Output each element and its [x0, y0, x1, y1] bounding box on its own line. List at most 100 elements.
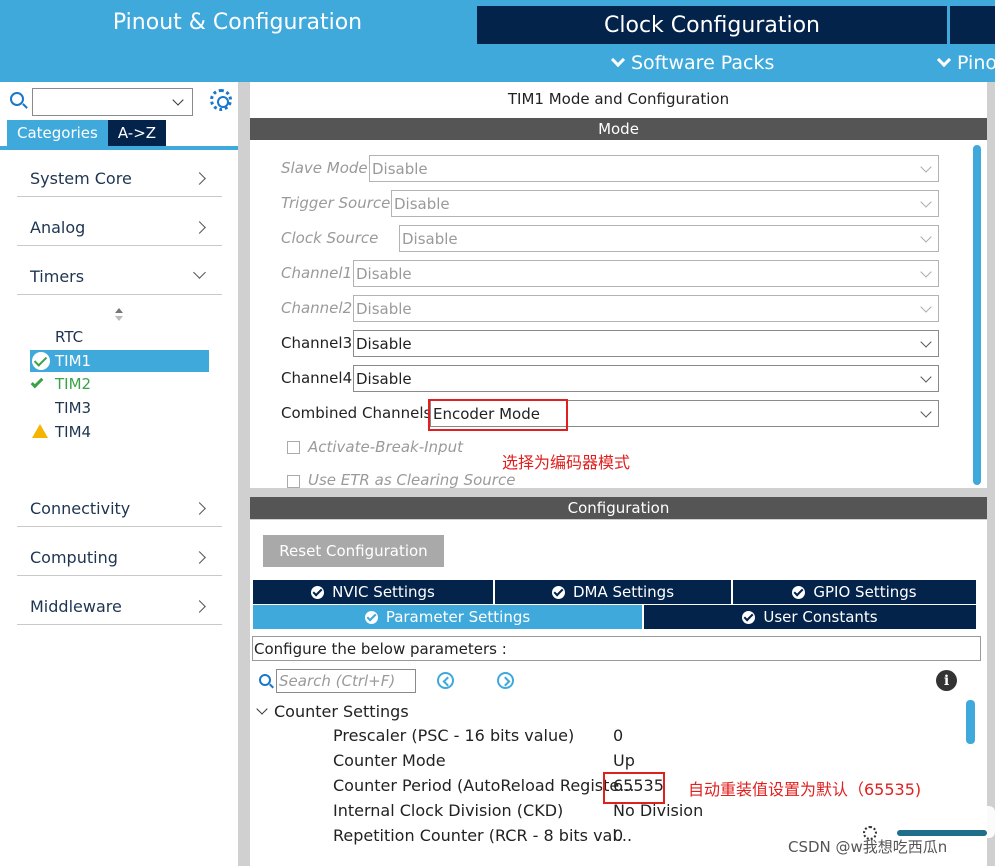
timer-label: RTC	[55, 328, 84, 346]
param-name: Prescaler (PSC - 16 bits value)	[333, 726, 575, 745]
software-packs-menu[interactable]: Software Packs	[610, 50, 774, 76]
timer-label: TIM3	[55, 399, 92, 417]
chevron-down-icon	[920, 161, 932, 173]
tab-underline	[0, 146, 238, 150]
chevron-right-icon	[193, 502, 206, 515]
activate-break-input-checkbox[interactable]	[287, 441, 300, 454]
tab-parameter-settings[interactable]: Parameter Settings	[253, 605, 642, 629]
channel1-select[interactable]: Disable	[353, 260, 939, 287]
sidebar: Categories A->Z System Core Analog Timer…	[0, 82, 238, 866]
chevron-down-icon	[920, 196, 932, 208]
check-circle-icon	[742, 610, 756, 624]
info-icon[interactable]: i	[936, 670, 957, 691]
etr-clearing-checkbox[interactable]	[287, 475, 300, 488]
slave-mode-select[interactable]: Disable	[369, 155, 939, 182]
check-circle-icon	[551, 585, 565, 599]
tab-dma-settings[interactable]: DMA Settings	[495, 580, 731, 604]
tab-user-constants[interactable]: User Constants	[644, 605, 976, 629]
sidebar-search-row	[8, 86, 233, 116]
timer-label: TIM1	[55, 352, 92, 370]
timer-item-tim3[interactable]: TIM3	[30, 397, 209, 419]
tab-gpio-settings[interactable]: GPIO Settings	[733, 580, 976, 604]
check-circle-icon	[311, 585, 325, 599]
chevron-down-icon	[920, 301, 932, 313]
search-icon[interactable]	[259, 674, 271, 686]
select-value: Disable	[372, 159, 428, 178]
activate-break-input-label: Activate-Break-Input	[308, 438, 463, 456]
timer-item-rtc[interactable]: RTC	[30, 326, 209, 348]
channel2-label: Channel2	[281, 299, 353, 317]
tab-pinout-configuration[interactable]: Pinout & Configuration	[0, 0, 475, 44]
chevron-down-icon	[920, 336, 932, 348]
search-combo[interactable]	[32, 88, 193, 116]
sidebar-item-computing[interactable]: Computing	[17, 540, 222, 576]
pinout-menu[interactable]: Pino	[936, 50, 995, 76]
sidebar-item-timers[interactable]: Timers	[17, 259, 222, 295]
param-value[interactable]: 0	[613, 726, 623, 745]
select-value: Disable	[394, 194, 450, 213]
timer-item-tim4[interactable]: TIM4	[30, 421, 209, 443]
parameter-search-input[interactable]: Search (Ctrl+F)	[276, 669, 416, 693]
chevron-down-icon	[256, 703, 268, 715]
timer-item-tim1[interactable]: TIM1	[30, 350, 209, 372]
page-title: TIM1 Mode and Configuration	[250, 82, 987, 116]
channel2-select[interactable]: Disable	[353, 295, 939, 322]
tab-next[interactable]	[950, 6, 995, 44]
timer-label: TIM4	[55, 423, 92, 441]
sidebar-item-label: Middleware	[30, 597, 122, 616]
clock-source-select[interactable]: Disable	[399, 225, 939, 252]
tab-a-to-z[interactable]: A->Z	[107, 120, 167, 146]
check-circle-icon	[792, 585, 806, 599]
next-icon[interactable]	[497, 672, 514, 689]
reset-configuration-button[interactable]: Reset Configuration	[263, 535, 444, 567]
sort-icon[interactable]	[114, 308, 124, 322]
tab-label: User Constants	[763, 608, 878, 626]
channel4-select[interactable]: Disable	[353, 365, 939, 392]
timer-label: TIM2	[55, 375, 92, 393]
select-value: Disable	[356, 264, 412, 283]
param-value[interactable]: Up	[613, 751, 635, 770]
select-value: Disable	[356, 369, 412, 388]
chevron-right-icon	[193, 600, 206, 613]
chevron-down-icon	[920, 266, 932, 278]
gear-icon[interactable]	[210, 89, 232, 111]
sidebar-item-analog[interactable]: Analog	[17, 210, 222, 246]
param-name: Counter Period (AutoReload Registe...	[333, 776, 635, 795]
chevron-right-icon	[193, 551, 206, 564]
chevron-down-icon	[193, 266, 206, 279]
combined-channels-label: Combined Channels	[281, 404, 432, 422]
previous-icon[interactable]	[437, 672, 454, 689]
annotation-encoder-note: 选择为编码器模式	[502, 453, 631, 472]
check-circle-icon	[32, 352, 50, 370]
select-value: Disable	[356, 299, 412, 318]
app-window: Pinout & Configuration Clock Configurati…	[0, 0, 995, 866]
configuration-scrollbar[interactable]	[966, 700, 975, 744]
channel3-select[interactable]: Disable	[353, 330, 939, 357]
chevron-down-icon	[936, 52, 952, 68]
sidebar-item-system-core[interactable]: System Core	[17, 161, 222, 197]
param-name: Repetition Counter (RCR - 8 bits val...	[333, 826, 633, 845]
tab-clock-configuration[interactable]: Clock Configuration	[477, 6, 947, 44]
group-title: Counter Settings	[274, 701, 409, 721]
param-name: Internal Clock Division (CKD)	[333, 801, 564, 820]
chevron-down-icon	[920, 231, 932, 243]
configuration-section-header: Configuration	[250, 497, 987, 519]
chevron-down-icon[interactable]	[172, 94, 184, 106]
chevron-right-icon	[193, 221, 206, 234]
mode-section-header: Mode	[250, 118, 987, 140]
tab-nvic-settings[interactable]: NVIC Settings	[253, 580, 493, 604]
chevron-down-icon	[920, 371, 932, 383]
sidebar-item-connectivity[interactable]: Connectivity	[17, 491, 222, 527]
tab-categories[interactable]: Categories	[7, 120, 108, 146]
channel3-label: Channel3	[281, 334, 353, 352]
search-icon[interactable]	[10, 92, 24, 106]
sidebar-item-label: Timers	[30, 267, 85, 286]
trigger-source-select[interactable]: Disable	[391, 190, 939, 217]
mode-scrollbar[interactable]	[973, 145, 981, 485]
timer-item-tim2[interactable]: TIM2	[30, 373, 209, 395]
chevron-down-icon	[610, 52, 626, 68]
sidebar-item-middleware[interactable]: Middleware	[17, 589, 222, 625]
clock-source-label: Clock Source	[281, 229, 379, 247]
param-value[interactable]: 0	[613, 826, 623, 845]
counter-settings-group[interactable]: Counter Settings	[256, 700, 409, 722]
